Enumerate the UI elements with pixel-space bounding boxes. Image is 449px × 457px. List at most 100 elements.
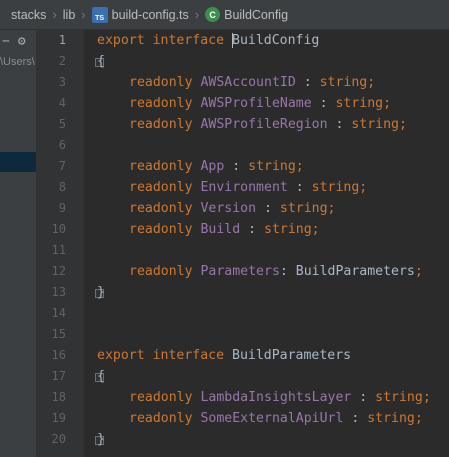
code-line: readonly SomeExternalApiUrl : string; bbox=[129, 408, 423, 429]
keyword: readonly bbox=[129, 390, 193, 405]
code-line: readonly AWSProfileRegion : string; bbox=[129, 114, 407, 135]
keyword: export bbox=[97, 33, 145, 48]
type-name: string bbox=[335, 96, 384, 111]
line-number: 2 bbox=[58, 54, 66, 68]
property-name: Version bbox=[200, 201, 257, 216]
code-line: readonly Parameters: BuildParameters; bbox=[129, 261, 423, 282]
keyword: export bbox=[97, 348, 145, 363]
line-number: 18 bbox=[51, 390, 66, 404]
line-number: 3 bbox=[58, 75, 66, 89]
line-number: 1 bbox=[58, 33, 66, 47]
type-name: string bbox=[248, 159, 296, 174]
project-panel: − ⚙ \Users\ bbox=[0, 30, 37, 457]
code-line: { bbox=[97, 366, 105, 387]
code-line: readonly AWSProfileName : string; bbox=[129, 93, 391, 114]
interface-name: BuildParameters bbox=[232, 348, 352, 363]
code-line: readonly Version : string; bbox=[129, 198, 335, 219]
type-name: string bbox=[264, 222, 312, 237]
type-separator: : bbox=[224, 159, 249, 174]
type-name: BuildParameters bbox=[295, 264, 415, 279]
semicolon: ; bbox=[414, 264, 423, 279]
line-number: 13 bbox=[51, 285, 66, 299]
breadcrumb-label: lib bbox=[62, 7, 76, 22]
type-separator: : bbox=[287, 180, 312, 195]
type-separator: : bbox=[256, 201, 280, 216]
line-number: 12 bbox=[51, 264, 66, 278]
code-line: readonly Environment : string; bbox=[129, 177, 367, 198]
property-name: LambdaInsightsLayer bbox=[200, 390, 352, 405]
settings-icon[interactable]: ⚙ bbox=[18, 34, 26, 49]
code-editor[interactable]: export interface BuildConfig { readonly … bbox=[97, 30, 449, 457]
line-number: 11 bbox=[51, 243, 66, 257]
breadcrumb-label: stacks bbox=[11, 7, 47, 22]
type-name: string bbox=[351, 117, 399, 132]
typescript-file-icon: TS bbox=[91, 6, 108, 23]
line-number: 17 bbox=[51, 369, 66, 383]
type-name: string bbox=[319, 75, 368, 90]
project-path: \Users\ bbox=[0, 56, 35, 68]
type-separator: : bbox=[327, 117, 352, 132]
breadcrumb-item-symbol[interactable]: C BuildConfig bbox=[205, 7, 288, 22]
property-name: Environment bbox=[200, 180, 288, 195]
line-number: 10 bbox=[51, 222, 66, 236]
line-number: 6 bbox=[58, 138, 66, 152]
breadcrumb-item-stacks[interactable]: stacks bbox=[11, 8, 46, 22]
line-number: 4 bbox=[58, 96, 66, 110]
line-number: 20 bbox=[51, 432, 66, 446]
brace: { bbox=[97, 54, 105, 69]
keyword: readonly bbox=[129, 201, 193, 216]
selected-tree-item[interactable] bbox=[0, 152, 36, 172]
keyword: readonly bbox=[129, 180, 193, 195]
semicolon: ; bbox=[295, 159, 304, 174]
line-number: 5 bbox=[58, 117, 66, 131]
line-number: 15 bbox=[51, 327, 66, 341]
collapse-icon[interactable]: − bbox=[2, 34, 10, 49]
type-separator: : bbox=[240, 222, 265, 237]
chevron-right-icon: › bbox=[194, 7, 200, 22]
semicolon: ; bbox=[359, 180, 368, 195]
class-icon: C bbox=[205, 7, 221, 22]
keyword: interface bbox=[152, 33, 225, 48]
property-name: App bbox=[200, 159, 225, 174]
property-name: Parameters bbox=[200, 264, 280, 279]
brace: } bbox=[97, 432, 105, 447]
keyword: readonly bbox=[129, 96, 193, 111]
keyword: readonly bbox=[129, 411, 193, 426]
property-name: AWSProfileName bbox=[200, 96, 312, 111]
line-number: 7 bbox=[58, 159, 66, 173]
line-number: 9 bbox=[58, 201, 66, 215]
brace: } bbox=[97, 285, 105, 300]
semicolon: ; bbox=[422, 390, 431, 405]
line-number: 16 bbox=[51, 348, 66, 362]
semicolon: ; bbox=[367, 75, 376, 90]
property-name: Build bbox=[200, 222, 241, 237]
type-name: string bbox=[279, 201, 328, 216]
semicolon: ; bbox=[311, 222, 320, 237]
property-name: AWSAccountID bbox=[200, 75, 296, 90]
semicolon: ; bbox=[383, 96, 392, 111]
semicolon: ; bbox=[414, 411, 423, 426]
code-line: } bbox=[97, 282, 105, 303]
type-name: string bbox=[367, 411, 415, 426]
keyword: interface bbox=[152, 348, 225, 363]
editor-gutter: 1 2 3 4 5 6 7 8 9 10 11 12 13 14 15 16 1… bbox=[37, 30, 104, 457]
breadcrumb-label: build-config.ts bbox=[111, 7, 189, 22]
breadcrumb-item-file[interactable]: TS build-config.ts bbox=[91, 6, 189, 23]
chevron-right-icon: › bbox=[52, 7, 57, 22]
type-name: string bbox=[375, 390, 423, 405]
code-line: } bbox=[97, 429, 105, 450]
line-number: 14 bbox=[51, 306, 66, 320]
line-number: 19 bbox=[51, 411, 66, 425]
code-line: { bbox=[97, 51, 105, 72]
interface-name: BuildConfig bbox=[232, 33, 320, 48]
semicolon: ; bbox=[399, 117, 407, 132]
line-number: 8 bbox=[58, 180, 66, 194]
keyword: readonly bbox=[129, 159, 193, 174]
type-separator: : bbox=[343, 411, 368, 426]
chevron-right-icon: › bbox=[81, 7, 86, 22]
code-line: export interface BuildParameters bbox=[97, 345, 351, 366]
semicolon: ; bbox=[327, 201, 336, 216]
breadcrumb-item-lib[interactable]: lib bbox=[63, 8, 76, 22]
type-separator: : bbox=[351, 390, 376, 405]
type-name: string bbox=[311, 180, 360, 195]
